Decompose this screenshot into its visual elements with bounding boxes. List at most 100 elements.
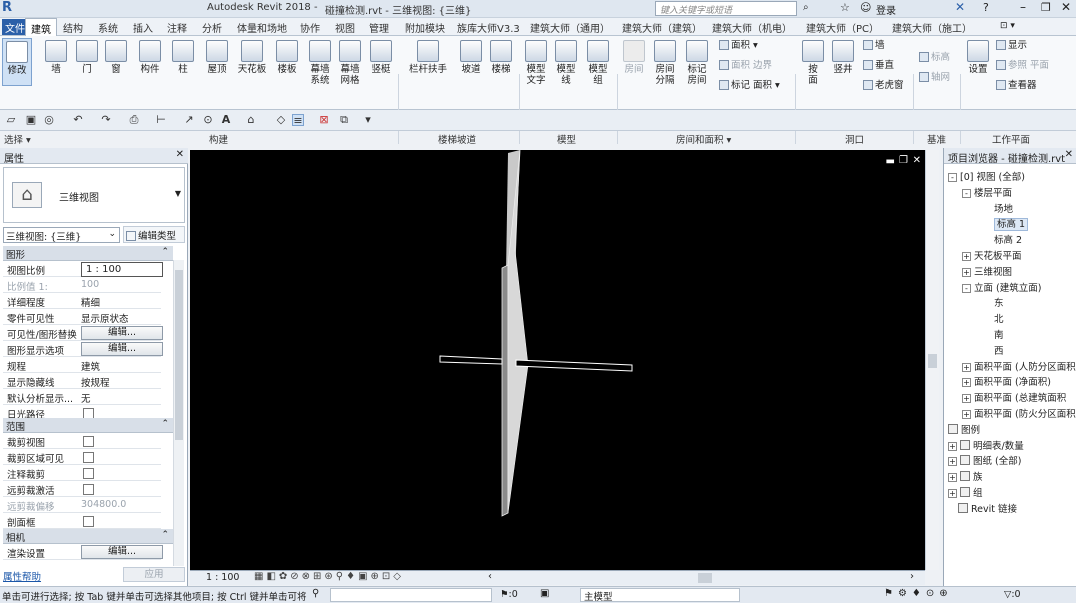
tab-family-library[interactable]: 族库大师V3.3	[457, 20, 520, 35]
floor-button[interactable]: 楼板	[273, 40, 301, 75]
text-icon[interactable]: A	[220, 114, 232, 126]
expand-icon[interactable]: +	[962, 410, 971, 419]
property-row[interactable]: 规程 建筑	[3, 358, 161, 373]
edit-type-button[interactable]: 编辑类型	[123, 226, 185, 243]
browser-node[interactable]: - 楼层平面	[962, 185, 1012, 199]
browser-node[interactable]: 西	[994, 343, 1004, 357]
tag-icon[interactable]: ⊙	[202, 114, 214, 126]
section-camera[interactable]: 相机 ⌃	[3, 529, 173, 544]
close-button[interactable]: ✕	[1061, 0, 1071, 14]
checkbox[interactable]	[83, 468, 94, 479]
browser-node[interactable]: + 明细表/数量	[948, 438, 1024, 452]
tab-master-building[interactable]: 建筑大师（建筑）	[622, 20, 702, 35]
type-selector[interactable]: ⌂ 三维视图 ▼	[3, 167, 185, 223]
save-icon[interactable]: ▣	[25, 114, 37, 126]
room-area-panel-label[interactable]: 房间和面积 ▾	[676, 132, 731, 146]
horizontal-scroll-thumb[interactable]	[698, 573, 712, 583]
binoculars-icon[interactable]: ⌕	[803, 2, 809, 13]
close-hidden-icon[interactable]: ⊠	[318, 114, 330, 126]
tab-annotate[interactable]: 注释	[167, 20, 187, 35]
measure-icon[interactable]: ⊢	[155, 114, 167, 126]
dimension-icon[interactable]: ↗	[183, 114, 195, 126]
properties-scrollbar[interactable]	[173, 260, 184, 566]
browser-node[interactable]: Revit 链接	[958, 501, 1017, 515]
tab-insert[interactable]: 插入	[133, 20, 153, 35]
level-button[interactable]: 标高	[919, 52, 950, 64]
stair-button[interactable]: 楼梯	[487, 40, 515, 75]
browser-node[interactable]: 南	[994, 327, 1004, 341]
checkbox[interactable]	[83, 516, 94, 527]
scroll-thumb[interactable]	[928, 354, 937, 368]
login-link[interactable]: 登录	[876, 2, 896, 17]
model-line-button[interactable]: 模型 线	[552, 40, 580, 86]
expand-icon[interactable]: +	[948, 457, 957, 467]
dormer-button[interactable]: 老虎窗	[863, 80, 904, 92]
ceiling-button[interactable]: 天花板	[235, 40, 269, 75]
tab-structure[interactable]: 结构	[63, 20, 83, 35]
browser-node[interactable]: - [0] 视图 (全部)	[948, 169, 1025, 183]
column-button[interactable]: 柱	[171, 40, 195, 75]
component-button[interactable]: 构件	[136, 40, 164, 75]
expand-icon[interactable]: +	[962, 378, 971, 388]
property-row[interactable]: 远剪裁激活	[3, 482, 161, 497]
browser-node[interactable]: 东	[994, 295, 1004, 309]
checkbox[interactable]	[83, 484, 94, 495]
tab-collaborate[interactable]: 协作	[300, 20, 320, 35]
viewport-restore-icon[interactable]: ❐	[899, 155, 908, 166]
ramp-button[interactable]: 坡道	[457, 40, 485, 75]
redo-icon[interactable]: ↷	[100, 114, 112, 126]
area-boundary-button[interactable]: 面积 边界	[719, 60, 772, 72]
railing-button[interactable]: 栏杆扶手	[405, 40, 451, 75]
section-graphics[interactable]: 图形 ⌃	[3, 246, 173, 261]
3d-viewport[interactable]: ▬ ❐ ✕	[190, 149, 925, 570]
filter-icon[interactable]: ⚑:0	[500, 589, 518, 600]
property-row[interactable]: 可见性/图形替换 编辑...	[3, 326, 163, 341]
instance-selector[interactable]: 三维视图: {三维} ⌄	[3, 227, 120, 243]
tab-master-pc[interactable]: 建筑大师（PC）	[806, 20, 879, 35]
modify-button[interactable]: 修改	[2, 38, 32, 86]
ribbon-toggle-icon[interactable]: ⊡ ▾	[1000, 21, 1015, 31]
property-row[interactable]: 默认分析显示... 无	[3, 390, 161, 405]
browser-node[interactable]: 标高 1	[994, 216, 1029, 232]
tag-area-button[interactable]: 标记 面积 ▾	[719, 80, 780, 92]
browser-node[interactable]: + 面积平面 (总建筑面积	[962, 390, 1066, 404]
property-row[interactable]: 渲染设置 编辑...	[3, 545, 163, 560]
browser-node[interactable]: + 面积平面 (人防分区面积	[962, 359, 1076, 373]
collapse-icon[interactable]: -	[948, 173, 957, 182]
view-scale[interactable]: 1 : 100	[206, 572, 239, 583]
star-icon[interactable]: ☆	[840, 1, 850, 14]
window-button[interactable]: 窗	[104, 40, 128, 75]
restore-button[interactable]: ❐	[1041, 1, 1051, 14]
revit-logo-icon[interactable]: R	[2, 0, 16, 16]
vertical-scrollbar[interactable]	[925, 150, 939, 570]
roof-button[interactable]: 屋顶	[203, 40, 231, 75]
browser-node[interactable]: + 族	[948, 469, 983, 483]
tab-master-general[interactable]: 建筑大师（通用）	[530, 20, 610, 35]
tab-master-construction[interactable]: 建筑大师（施工）	[892, 20, 972, 35]
tab-systems[interactable]: 系统	[98, 20, 118, 35]
wall-button[interactable]: 墙	[44, 40, 68, 75]
property-row[interactable]: 裁剪区域可见	[3, 450, 161, 465]
browser-node[interactable]: 标高 2	[994, 232, 1022, 246]
thin-lines-icon[interactable]: ≡	[292, 114, 304, 127]
horizontal-scroll-right-icon[interactable]: ›	[910, 571, 914, 582]
property-row[interactable]: 裁剪视图	[3, 434, 161, 449]
user-icon[interactable]: ☺	[860, 1, 871, 14]
design-option-icon[interactable]: ▣	[540, 588, 549, 599]
selection-icons[interactable]: ⚑⚙♦⊙⊕	[884, 588, 953, 599]
default-3d-view-icon[interactable]: ⌂	[245, 114, 257, 126]
checkbox[interactable]	[83, 452, 94, 463]
edit-button[interactable]: 编辑...	[81, 342, 163, 356]
model-text-button[interactable]: 模型 文字	[522, 40, 550, 86]
tab-master-mep[interactable]: 建筑大师（机电）	[712, 20, 792, 35]
selection-filter-count[interactable]: ▽:0	[1004, 589, 1021, 600]
expand-icon[interactable]: +	[948, 489, 957, 498]
property-row[interactable]: 显示隐藏线 按规程	[3, 374, 161, 389]
browser-node[interactable]: + 组	[948, 485, 983, 499]
tab-view[interactable]: 视图	[335, 20, 355, 35]
browser-node[interactable]: 北	[994, 311, 1004, 325]
tag-room-button[interactable]: 标记 房间	[683, 40, 711, 86]
property-row[interactable]: 图形显示选项 编辑...	[3, 342, 163, 357]
browser-node[interactable]: + 天花板平面	[962, 248, 1022, 262]
print-icon[interactable]: ⎙	[128, 114, 140, 126]
